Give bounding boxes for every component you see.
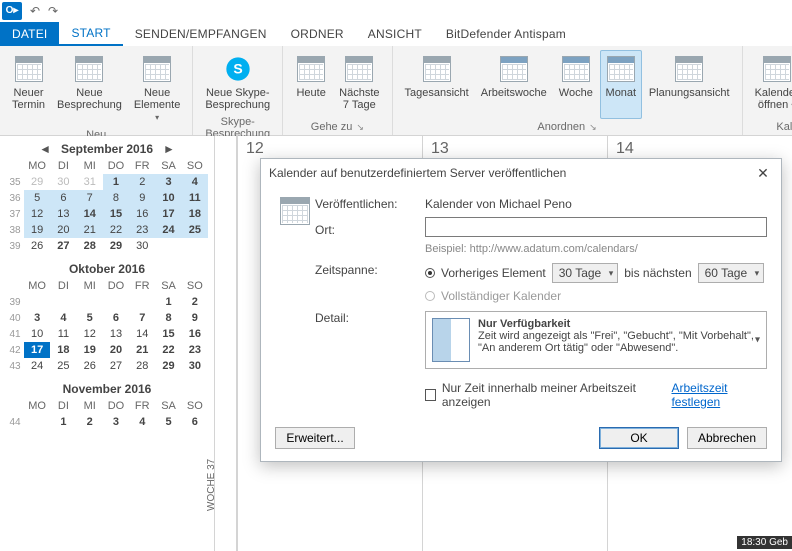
tab-datei[interactable]: DATEI (0, 22, 59, 46)
chevron-down-icon: ▾ (155, 113, 159, 122)
neue-skype-button[interactable]: SNeue Skype- Besprechung (200, 50, 275, 114)
tab-ansicht[interactable]: ANSICHT (356, 22, 434, 46)
bis-label: bis nächsten (624, 266, 691, 280)
tab-ordner[interactable]: ORDNER (279, 22, 356, 46)
combo-vorheriges[interactable]: 30 Tage (552, 263, 619, 283)
detail-text: Zeit wird angezeigt als "Frei", "Gebucht… (478, 330, 760, 354)
group-label-anordnen: Anordnen↘ (399, 121, 736, 133)
publish-calendar-dialog: Kalender auf benutzerdefiniertem Server … (260, 158, 782, 462)
mini-title-oct: Oktober 2016 (69, 262, 145, 276)
group-gehe-zu: Heute Nächste 7 Tage Gehe zu↘ (283, 46, 392, 135)
mini-cal-nav-sep: ◄ September 2016 ► (6, 140, 208, 158)
monat-button[interactable]: Monat (600, 50, 642, 119)
combo-naechsten[interactable]: 60 Tage (698, 263, 765, 283)
dialog-launcher-icon[interactable]: ↘ (356, 122, 364, 133)
mini-title-nov: November 2016 (63, 382, 152, 396)
detail-heading: Nur Verfügbarkeit (478, 318, 760, 330)
next-month-icon[interactable]: ► (159, 142, 179, 156)
undo-icon[interactable]: ↶ (28, 4, 42, 18)
prev-month-icon[interactable]: ◄ (35, 142, 55, 156)
veroeffentlichen-value: Kalender von Michael Peno (425, 197, 767, 211)
calendar-sidebar: ◄ September 2016 ► MODIMIDOFRSASO3529303… (0, 136, 215, 551)
ort-input[interactable] (425, 217, 767, 237)
erweitert-button[interactable]: Erweitert... (275, 427, 355, 449)
availability-icon (432, 318, 470, 362)
group-neu: Neuer Termin Neue Besprechung Neue Eleme… (0, 46, 193, 135)
radio-vollstaendig-label: Vollständiger Kalender (441, 289, 561, 303)
group-label-gehe: Gehe zu↘ (289, 121, 385, 133)
ribbon: Neuer Termin Neue Besprechung Neue Eleme… (0, 46, 792, 136)
calendar-icon (280, 197, 310, 225)
arbeitszeit-link[interactable]: Arbeitszeit festlegen (671, 381, 767, 409)
radio-vorheriges-label: Vorheriges Element (441, 266, 546, 280)
close-icon[interactable]: ✕ (753, 163, 773, 183)
mini-calendar-sep[interactable]: MODIMIDOFRSASO35293031123436567891011371… (6, 158, 208, 254)
ort-hint: Beispiel: http://www.adatum.com/calendar… (425, 243, 767, 255)
mini-calendar-nov[interactable]: MODIMIDOFRSASO44123456 (6, 398, 208, 430)
zeitspanne-label: Zeitspanne: (315, 263, 425, 277)
arbeitszeit-checkbox-label: Nur Zeit innerhalb meiner Arbeitszeit an… (442, 381, 660, 409)
arbeitszeit-checkbox[interactable] (425, 389, 436, 401)
mini-cal-nav-nov: November 2016 (6, 380, 208, 398)
tab-senden[interactable]: SENDEN/EMPFANGEN (123, 22, 279, 46)
mini-cal-nav-oct: Oktober 2016 (6, 260, 208, 278)
dialog-title: Kalender auf benutzerdefiniertem Server … (269, 166, 566, 180)
naechste-7-tage-button[interactable]: Nächste 7 Tage (334, 50, 384, 119)
tab-bitdefender[interactable]: BitDefender Antispam (434, 22, 578, 46)
ok-button[interactable]: OK (599, 427, 679, 449)
dialog-header: Kalender auf benutzerdefiniertem Server … (261, 159, 781, 187)
neue-elemente-button[interactable]: Neue Elemente ▾ (129, 50, 185, 127)
mini-calendar-oct[interactable]: MODIMIDOFRSASO39124034567894110111213141… (6, 278, 208, 374)
appointment-chip[interactable]: 18:30 Geb (737, 536, 792, 549)
tagesansicht-button[interactable]: Tagesansicht (400, 50, 474, 119)
mini-title-sep: September 2016 (61, 142, 153, 156)
app-icon: O▸ (2, 2, 22, 20)
detail-selector[interactable]: Nur Verfügbarkeit Zeit wird angezeigt al… (425, 311, 767, 369)
veroeffentlichen-label: Veröffentlichen: (315, 197, 425, 211)
ort-label: Ort: (315, 223, 425, 237)
neuer-termin-button[interactable]: Neuer Termin (7, 50, 50, 127)
neue-besprechung-button[interactable]: Neue Besprechung (52, 50, 127, 127)
redo-icon[interactable]: ↷ (46, 4, 60, 18)
chevron-down-icon: ▾ (755, 335, 760, 346)
dialog-launcher-icon[interactable]: ↘ (589, 122, 597, 133)
tab-start[interactable]: START (59, 22, 122, 46)
group-anordnen: Tagesansicht Arbeitswoche Woche Monat Pl… (393, 46, 743, 135)
week-label-strip: WOCHE 37 (215, 136, 237, 551)
svg-text:S: S (233, 61, 242, 77)
woche-button[interactable]: Woche (554, 50, 598, 119)
skype-icon: S (222, 53, 254, 85)
abbrechen-button[interactable]: Abbrechen (687, 427, 767, 449)
arbeitswoche-button[interactable]: Arbeitswoche (476, 50, 552, 119)
group-skype: SNeue Skype- Besprechung Skype-Besprechu… (193, 46, 283, 135)
group-kalender: Kalender öffnen ▾ Ka Kalende (743, 46, 792, 135)
radio-vollstaendig[interactable] (425, 291, 435, 301)
ribbon-tabs: DATEI START SENDEN/EMPFANGEN ORDNER ANSI… (0, 22, 792, 46)
group-label-kalende: Kalende (749, 121, 792, 133)
kalender-oeffnen-button[interactable]: Kalender öffnen ▾ (750, 50, 792, 119)
planungsansicht-button[interactable]: Planungsansicht (644, 50, 735, 119)
detail-label: Detail: (315, 311, 425, 325)
radio-vorheriges[interactable] (425, 268, 435, 278)
title-bar: O▸ ↶ ↷ (0, 0, 792, 22)
heute-button[interactable]: Heute (290, 50, 332, 119)
